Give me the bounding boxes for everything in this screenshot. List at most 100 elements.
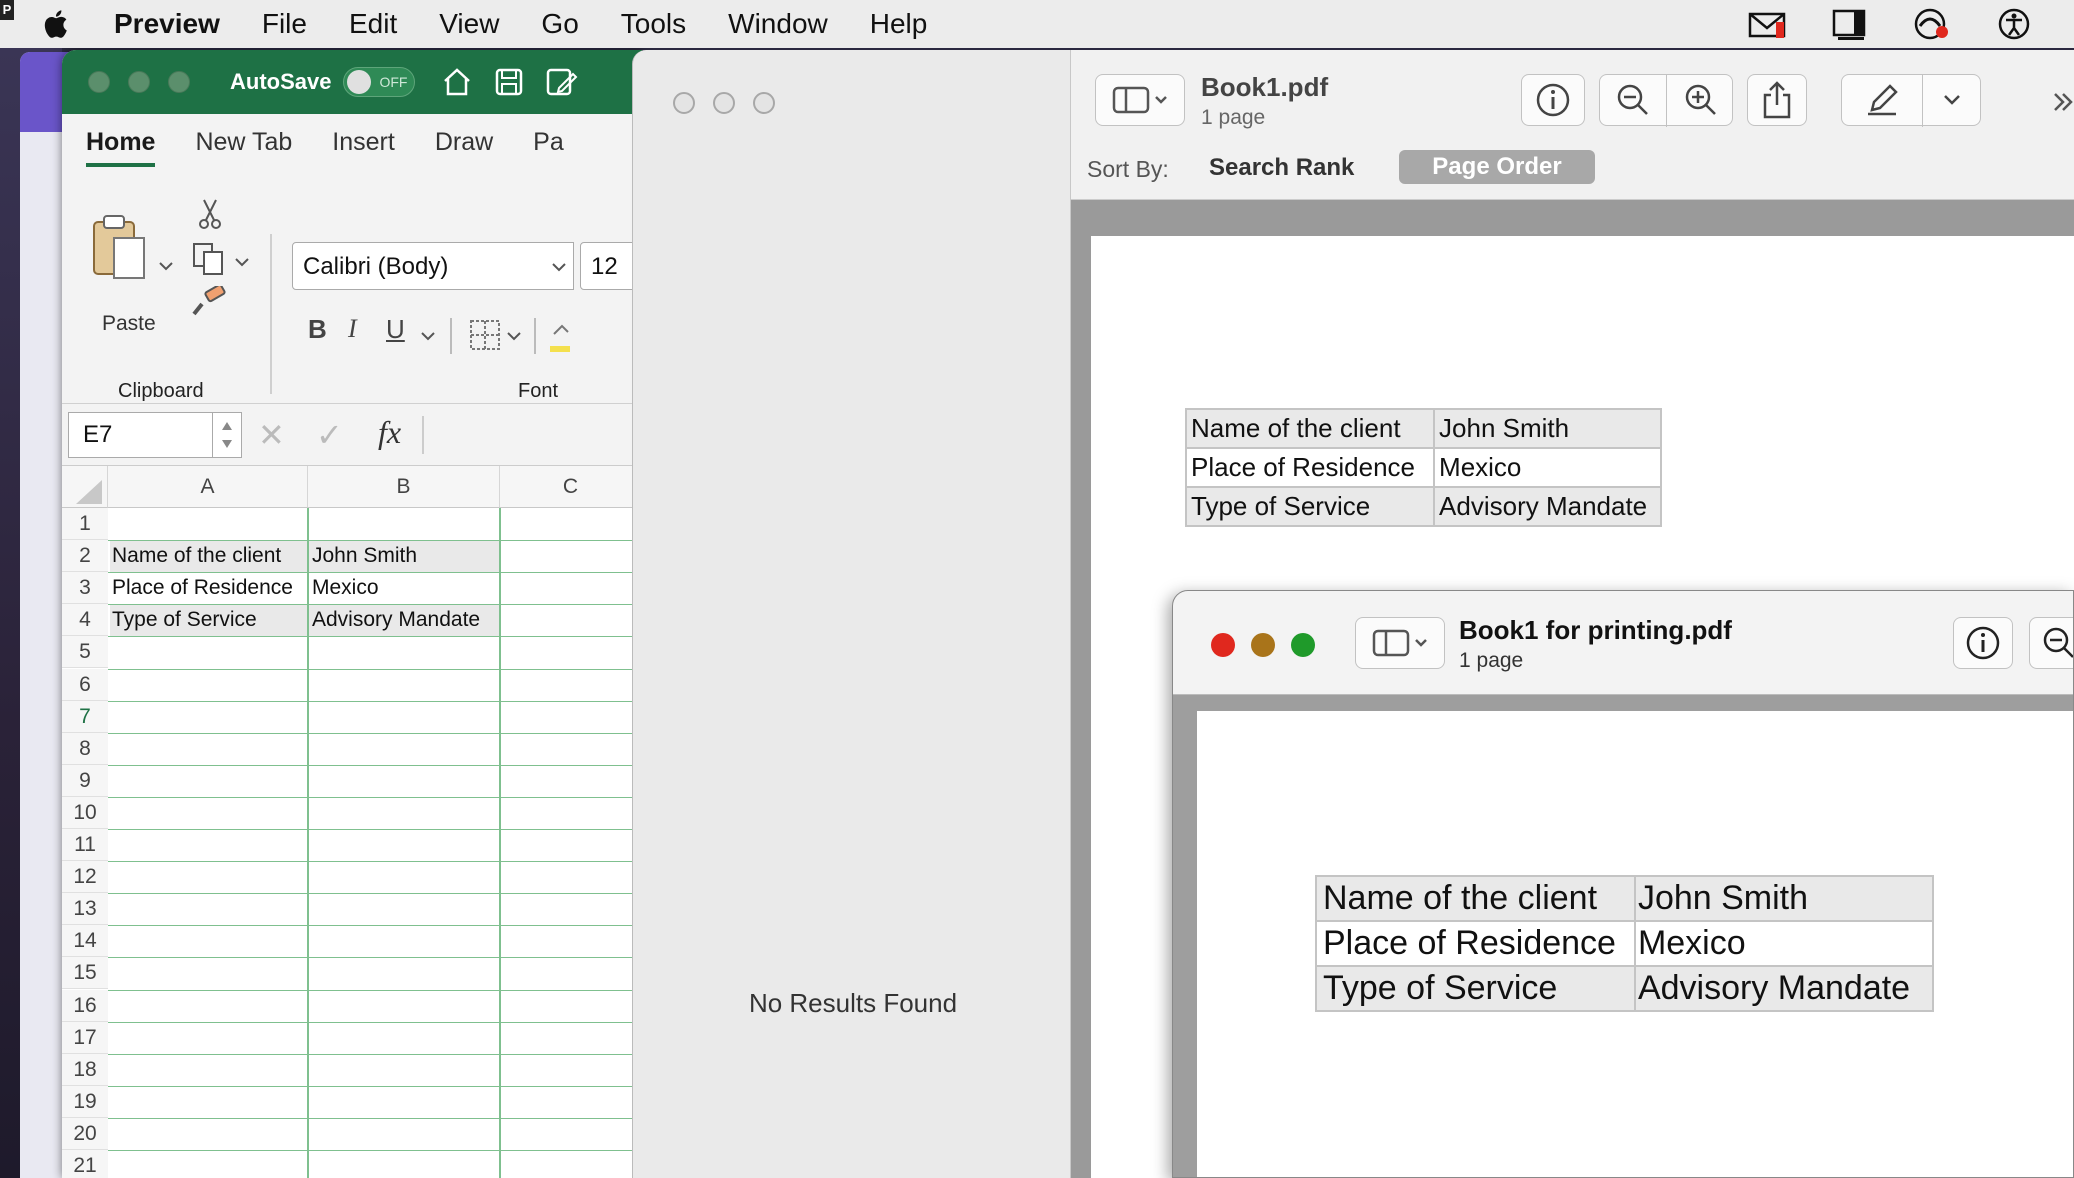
name-box[interactable]: E7 (68, 412, 216, 458)
row-header[interactable]: 20 (62, 1117, 108, 1150)
sort-search-rank-button[interactable]: Search Rank (1209, 154, 1354, 182)
home-icon[interactable] (439, 64, 475, 100)
name-box-spinner[interactable] (212, 412, 242, 458)
select-all-corner[interactable] (62, 466, 108, 508)
row-header[interactable]: 3 (62, 572, 108, 605)
row-header[interactable]: 16 (62, 989, 108, 1022)
minimize-button[interactable] (128, 71, 150, 93)
tab-home[interactable]: Home (86, 128, 156, 167)
pen-markup-icon[interactable] (1864, 82, 1900, 118)
row-header[interactable]: 14 (62, 925, 108, 958)
apple-icon[interactable] (40, 6, 74, 42)
borders-icon[interactable] (468, 318, 502, 352)
tab-insert[interactable]: Insert (332, 128, 395, 157)
row-header[interactable]: 18 (62, 1053, 108, 1086)
row-header[interactable]: 9 (62, 764, 108, 797)
chevron-down-icon[interactable] (1943, 94, 1961, 106)
row-header[interactable]: 11 (62, 829, 108, 861)
close-button[interactable] (673, 92, 695, 114)
row-header[interactable]: 2 (62, 540, 108, 573)
cell-b3[interactable]: Mexico (312, 572, 379, 604)
row-header[interactable]: 17 (62, 1021, 108, 1054)
paste-label[interactable]: Paste (102, 312, 156, 336)
sort-page-order-button[interactable]: Page Order (1399, 150, 1595, 184)
menu-file[interactable]: File (262, 8, 307, 40)
row-header[interactable]: 13 (62, 893, 108, 926)
row-header[interactable]: 15 (62, 957, 108, 990)
preview-window-printing[interactable]: Book1 for printing.pdf 1 page Name of th… (1172, 590, 2074, 1178)
format-painter-icon[interactable] (192, 286, 228, 318)
sidebar-toggle-button[interactable] (1355, 617, 1445, 669)
menu-window[interactable]: Window (728, 8, 828, 40)
cancel-entry-icon[interactable]: ✕ (258, 416, 285, 454)
confirm-entry-icon[interactable]: ✓ (316, 416, 343, 454)
row-header[interactable]: 1 (62, 508, 108, 540)
bold-button[interactable]: B (308, 314, 327, 345)
row-header[interactable]: 10 (62, 796, 108, 829)
zoom-button[interactable] (1291, 633, 1315, 657)
cell-b4[interactable]: Advisory Mandate (312, 604, 480, 636)
edit-document-icon[interactable] (543, 64, 579, 100)
paste-icon[interactable] (90, 214, 150, 284)
row-header[interactable]: 19 (62, 1085, 108, 1118)
font-name-dropdown[interactable] (544, 242, 574, 290)
zoom-out-icon[interactable] (1615, 82, 1651, 118)
menu-edit[interactable]: Edit (349, 8, 397, 40)
borders-dropdown-chevron-icon[interactable] (506, 330, 522, 342)
row-header[interactable]: 6 (62, 668, 108, 701)
sidebar-toggle-button[interactable] (1095, 74, 1185, 126)
share-button[interactable] (1747, 74, 1807, 126)
spreadsheet-grid[interactable]: A B C 1234567891011121314151617181920212… (62, 466, 642, 1178)
info-button[interactable] (1521, 74, 1585, 126)
sidebar-display-icon[interactable] (1830, 6, 1870, 42)
toolbar-overflow-icon[interactable] (2051, 90, 2074, 114)
excel-window[interactable]: AutoSave OFF Home New Tab Insert Draw Pa… (62, 50, 642, 1178)
menu-tools[interactable]: Tools (621, 8, 686, 40)
menu-view[interactable]: View (439, 8, 499, 40)
zoom-in-icon[interactable] (1683, 82, 1719, 118)
fill-color-icon[interactable] (550, 320, 570, 354)
zoom-button[interactable] (168, 71, 190, 93)
minimize-button[interactable] (1251, 633, 1275, 657)
row-header[interactable]: 5 (62, 636, 108, 669)
cell-a4[interactable]: Type of Service (112, 604, 257, 636)
close-button[interactable] (1211, 633, 1235, 657)
cell-a2[interactable]: Name of the client (112, 540, 281, 572)
mail-alert-icon[interactable] (1748, 6, 1788, 42)
row-header[interactable]: 7 (62, 700, 108, 733)
zoom-out-button[interactable] (2029, 617, 2073, 669)
minimize-button[interactable] (713, 92, 735, 114)
cell-b2[interactable]: John Smith (312, 540, 417, 572)
underline-button[interactable]: U (386, 314, 405, 345)
row-header[interactable]: 12 (62, 861, 108, 894)
column-header-b[interactable]: B (308, 466, 500, 508)
italic-button[interactable]: I (348, 314, 357, 344)
menu-app-preview[interactable]: Preview (114, 8, 220, 40)
cut-icon[interactable] (196, 198, 224, 230)
autosave-toggle[interactable]: OFF (343, 67, 416, 97)
table-row: Name of the client John Smith (1184, 408, 1663, 449)
insert-function-button[interactable]: fx (378, 414, 401, 451)
menu-go[interactable]: Go (541, 8, 578, 40)
column-header-a[interactable]: A (108, 466, 308, 508)
close-button[interactable] (88, 71, 110, 93)
column-header-c[interactable]: C (500, 466, 642, 508)
accessibility-icon[interactable] (1994, 6, 2034, 42)
paste-dropdown-chevron-icon[interactable] (158, 260, 174, 272)
row-header[interactable]: 4 (62, 604, 108, 637)
info-button[interactable] (1953, 617, 2013, 669)
zoom-button[interactable] (753, 92, 775, 114)
creative-cloud-icon[interactable] (1912, 6, 1952, 42)
tab-new-tab[interactable]: New Tab (195, 128, 292, 157)
menu-help[interactable]: Help (870, 8, 928, 40)
row-header[interactable]: 8 (62, 732, 108, 765)
copy-icon[interactable] (192, 242, 228, 276)
save-icon[interactable] (491, 64, 527, 100)
tab-draw[interactable]: Draw (435, 128, 493, 157)
font-name-field[interactable]: Calibri (Body) (292, 242, 548, 290)
cell-a3[interactable]: Place of Residence (112, 572, 293, 604)
copy-dropdown-chevron-icon[interactable] (234, 256, 250, 268)
row-header[interactable]: 21 (62, 1150, 108, 1178)
tab-page-layout[interactable]: Pa (533, 128, 564, 157)
underline-dropdown-chevron-icon[interactable] (420, 330, 436, 342)
